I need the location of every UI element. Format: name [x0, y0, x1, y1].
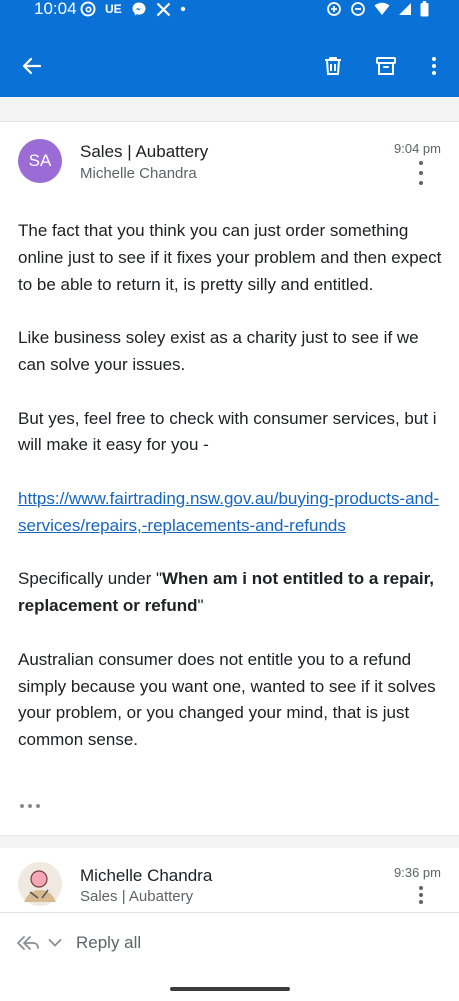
dot-icon	[180, 6, 185, 12]
more-vert-icon	[432, 57, 436, 75]
status-time: 10:04	[34, 0, 77, 18]
body-paragraph: Australian consumer does not entitle you…	[18, 649, 436, 750]
ue-status-label: UE	[105, 2, 122, 16]
back-button[interactable]	[16, 50, 48, 82]
wifi-icon	[374, 2, 390, 15]
message-divider	[0, 835, 459, 848]
avatar-photo[interactable]	[18, 862, 62, 906]
top-app-bar: 10:04 UE	[0, 0, 459, 97]
avatar[interactable]: SA	[18, 139, 62, 183]
delete-button[interactable]	[317, 50, 349, 82]
avatar-initials: SA	[28, 151, 52, 170]
signal-icon	[399, 3, 411, 15]
body-paragraph: Like business soley exist as a charity j…	[18, 328, 419, 374]
sender-name: Sales | Aubattery	[80, 142, 209, 161]
trash-icon	[325, 57, 341, 75]
threads-icon	[80, 1, 96, 17]
arrow-left-icon	[22, 57, 42, 75]
recipient-name: Sales | Aubattery	[80, 888, 194, 905]
show-quoted-text-button[interactable]	[20, 804, 44, 812]
message-more-button[interactable]	[411, 161, 431, 185]
fairtrading-link[interactable]: https://www.fairtrading.nsw.gov.au/buyin…	[18, 489, 439, 535]
reply-all-label: Reply all	[76, 933, 142, 952]
profile-photo-icon	[18, 862, 62, 906]
message-time: 9:04 pm	[394, 141, 441, 156]
do-not-disturb-icon	[351, 2, 365, 16]
data-saver-icon	[327, 2, 341, 16]
battery-icon	[420, 1, 429, 17]
messenger-icon	[132, 2, 146, 16]
more-options-button[interactable]	[418, 50, 450, 82]
archive-icon	[376, 57, 396, 75]
message-time: 9:36 pm	[394, 865, 441, 880]
status-bar: 10:04 UE	[0, 0, 459, 34]
x-icon	[156, 2, 170, 16]
body-paragraph: But yes, feel free to check with consume…	[18, 408, 437, 455]
archive-button[interactable]	[370, 50, 402, 82]
home-indicator[interactable]	[170, 987, 290, 991]
chevron-down-icon[interactable]	[48, 938, 62, 948]
reply-all-button[interactable]: Reply all	[16, 933, 141, 953]
body-paragraph: The fact that you think you can just ord…	[18, 221, 442, 294]
message-more-button[interactable]	[411, 886, 431, 904]
sender-name: Michelle Chandra	[80, 866, 213, 885]
reply-all-icon	[17, 936, 39, 950]
thread-separator	[0, 97, 459, 122]
reply-bar: Reply all	[0, 912, 459, 1001]
message-body: The fact that you think you can just ord…	[18, 218, 446, 781]
recipient-name: Michelle Chandra	[80, 165, 197, 182]
body-paragraph: Specifically under "When am i not entitl…	[18, 569, 435, 616]
